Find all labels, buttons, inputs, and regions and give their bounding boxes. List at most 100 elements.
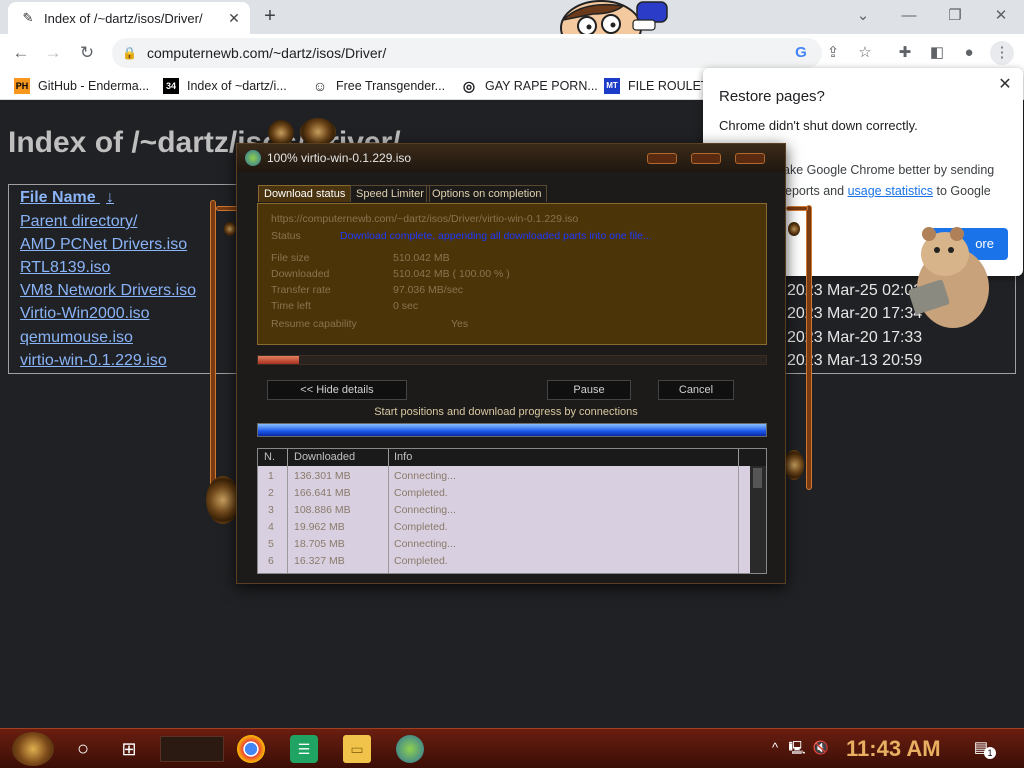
downloaded-value: 510.042 MB ( 100.00 % ): [393, 268, 510, 280]
tab-options-on-completion[interactable]: Options on completion: [426, 185, 548, 202]
bookmark-star-icon[interactable]: ☆: [853, 41, 877, 65]
browser-tab[interactable]: ✎ Index of /~dartz/isos/Driver/ ✕: [8, 2, 250, 34]
file-name-column-header[interactable]: File Name ↓: [20, 189, 114, 207]
scrollbar-thumb[interactable]: [753, 468, 762, 488]
show-hidden-icons-chevron-icon[interactable]: ^: [766, 739, 784, 757]
minimize-icon[interactable]: [647, 153, 677, 164]
dialog-titlebar[interactable]: 100% virtio-win-0.1.229.iso: [237, 144, 785, 172]
volume-muted-icon[interactable]: 🔇: [812, 739, 830, 757]
gear-icon: [788, 222, 800, 236]
bookmark-gay[interactable]: ◎ GAY RAPE PORN...: [461, 77, 598, 95]
column-header-downloaded[interactable]: Downloaded: [294, 451, 355, 463]
taskbar-search-box[interactable]: [160, 736, 224, 762]
row-info: Connecting...: [394, 538, 456, 550]
file-link[interactable]: RTL8139.iso: [20, 259, 110, 277]
frame-pipe: [216, 206, 238, 211]
side-panel-icon[interactable]: ◧: [925, 41, 949, 65]
bookmark-index[interactable]: 34 Index of ~dartz/i...: [163, 77, 287, 95]
resume-capability-value: Yes: [451, 318, 469, 330]
connections-label: Start positions and download progress by…: [374, 406, 638, 418]
column-header-label: File Name: [20, 189, 96, 206]
gear-icon: [300, 118, 336, 146]
file-size-value: 510.042 MB: [393, 252, 450, 264]
new-tab-button[interactable]: +: [258, 6, 282, 28]
close-icon[interactable]: [735, 153, 765, 164]
sheets-app-icon[interactable]: ☰: [290, 735, 318, 763]
time-left-label: Time left: [271, 300, 311, 312]
table-row[interactable]: 2 166.641 MB Completed.: [258, 485, 748, 502]
idm-taskbar-icon[interactable]: [396, 735, 424, 763]
minimize-icon[interactable]: —: [896, 5, 922, 27]
extensions-puzzle-icon[interactable]: ✚: [893, 41, 917, 65]
download-url: https://computernewb.com/~dartz/isos/Dri…: [271, 213, 579, 225]
network-icon[interactable]: 🖳: [788, 739, 806, 757]
tab-download-status[interactable]: Download status: [258, 185, 352, 202]
restore-popup-message: Chrome didn't shut down correctly.: [719, 118, 918, 133]
transfer-rate-value: 97.036 MB/sec: [393, 284, 464, 296]
share-icon[interactable]: ⇪: [821, 41, 845, 65]
tab-search-icon[interactable]: ⌄: [850, 5, 876, 27]
forward-button[interactable]: →: [40, 40, 66, 66]
lock-icon[interactable]: 🔒: [122, 46, 137, 60]
hint-text: eports and: [785, 184, 845, 198]
file-link[interactable]: VM8 Network Drivers.iso: [20, 282, 196, 300]
maximize-icon[interactable]: [691, 153, 721, 164]
close-icon[interactable]: ✕: [995, 74, 1015, 94]
row-number: 4: [268, 521, 274, 533]
table-header: N. Downloaded Info: [258, 449, 766, 466]
bookmark-free[interactable]: ☺ Free Transgender...: [312, 77, 445, 95]
table-scrollbar[interactable]: [750, 466, 766, 573]
frame-pipe: [786, 206, 808, 211]
file-link[interactable]: Parent directory/: [20, 213, 137, 231]
tab-close-icon[interactable]: ✕: [226, 10, 242, 27]
bookmark-github[interactable]: PH GitHub - Enderma...: [14, 77, 149, 95]
address-bar[interactable]: 🔒 computernewb.com/~dartz/isos/Driver/: [112, 38, 822, 68]
calendar-icon: 34: [163, 78, 179, 94]
task-view-icon[interactable]: ⊞: [115, 735, 143, 763]
downloaded-label: Downloaded: [271, 268, 330, 280]
column-header-number[interactable]: N.: [264, 451, 275, 463]
back-button[interactable]: ←: [8, 40, 34, 66]
menu-kebab-icon[interactable]: ⋮: [990, 41, 1014, 65]
row-number: 3: [268, 504, 274, 516]
chrome-icon[interactable]: [237, 735, 265, 763]
time-left-value: 0 sec: [393, 300, 419, 312]
search-circle-icon[interactable]: ○: [69, 735, 97, 763]
table-row[interactable]: 4 19.962 MB Completed.: [258, 519, 748, 536]
profile-icon[interactable]: ●: [957, 41, 981, 65]
start-button-gear-icon[interactable]: [12, 732, 54, 766]
download-dialog: 100% virtio-win-0.1.229.iso Download sta…: [236, 143, 786, 584]
cancel-button[interactable]: Cancel: [658, 380, 734, 400]
column-header-info[interactable]: Info: [394, 451, 412, 463]
row-downloaded: 16.327 MB: [294, 555, 345, 567]
transfer-rate-label: Transfer rate: [271, 284, 331, 296]
hint-text: to Google: [936, 184, 991, 198]
row-number: 2: [268, 487, 274, 499]
pause-button[interactable]: Pause: [547, 380, 631, 400]
file-link[interactable]: Virtio-Win2000.iso: [20, 305, 150, 323]
close-window-icon[interactable]: ✕: [988, 5, 1014, 27]
bookmark-label: GitHub - Enderma...: [38, 79, 150, 93]
taskbar-clock[interactable]: 11:43 AM: [846, 736, 941, 762]
file-link[interactable]: virtio-win-0.1.229.iso: [20, 352, 167, 370]
gear-icon: [784, 450, 804, 480]
table-row[interactable]: 6 16.327 MB Completed.: [258, 553, 748, 570]
file-link[interactable]: qemumouse.iso: [20, 329, 133, 347]
reload-button[interactable]: ↻: [74, 40, 100, 66]
file-link[interactable]: AMD PCNet Drivers.iso: [20, 236, 187, 254]
restore-window-icon[interactable]: ❐: [942, 5, 968, 27]
frame-pipe: [806, 205, 812, 490]
connections-table: N. Downloaded Info 1 136.301 MB Connecti…: [257, 448, 767, 574]
hide-details-button[interactable]: << Hide details: [267, 380, 407, 400]
table-row[interactable]: 1 136.301 MB Connecting...: [258, 468, 748, 485]
progress-fill: [258, 356, 299, 364]
usage-statistics-link[interactable]: usage statistics: [848, 184, 933, 198]
table-row[interactable]: 3 108.886 MB Connecting...: [258, 502, 748, 519]
file-explorer-icon[interactable]: ▭: [343, 735, 371, 763]
table-row[interactable]: 5 18.705 MB Connecting...: [258, 536, 748, 553]
google-lens-icon[interactable]: G: [789, 41, 813, 65]
tab-favicon-icon: ✎: [22, 10, 34, 25]
tab-speed-limiter[interactable]: Speed Limiter: [350, 185, 430, 202]
pornhub-logo-icon: PH: [14, 78, 30, 94]
bookmark-label: Free Transgender...: [336, 79, 446, 93]
